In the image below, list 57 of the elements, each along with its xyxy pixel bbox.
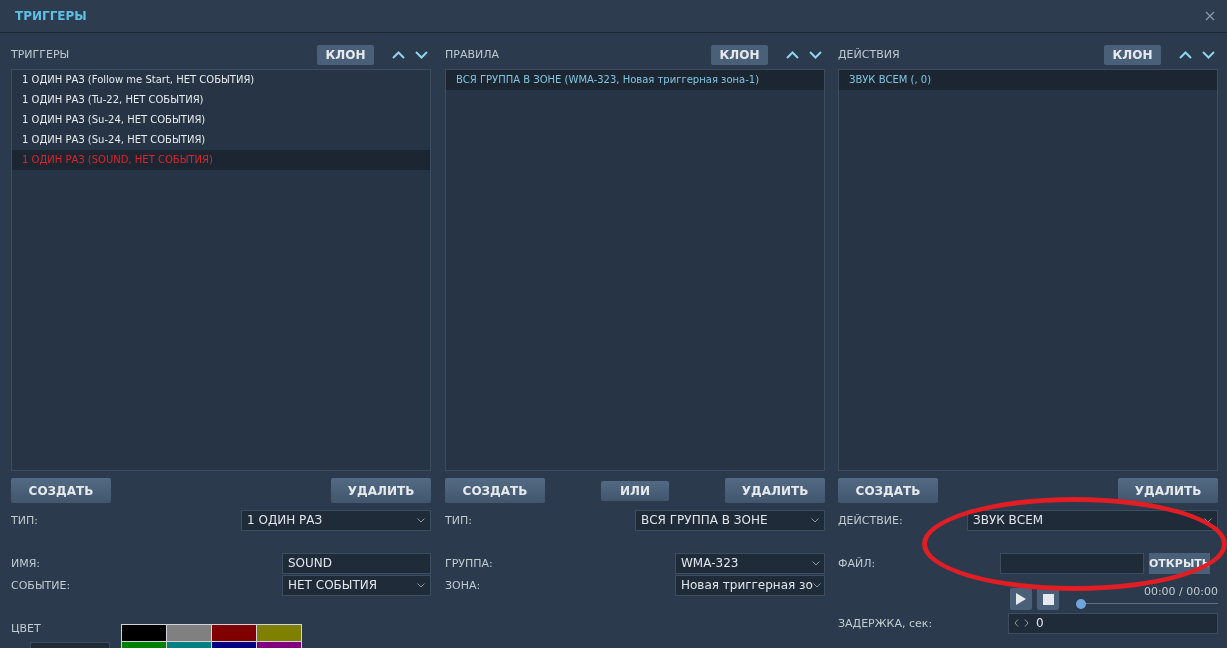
field-label: ГРУППА: bbox=[445, 556, 493, 570]
create-button[interactable]: СОЗДАТЬ bbox=[445, 478, 545, 503]
dropdown[interactable]: WMA-323 bbox=[675, 552, 825, 574]
close-icon[interactable] bbox=[1205, 11, 1215, 21]
field-label: ИМЯ: bbox=[11, 556, 41, 570]
list-item[interactable]: 1 ОДИН РАЗ (Su-24, НЕТ СОБЫТИЯ) bbox=[12, 110, 430, 130]
panel-title: ДЕЙСТВИЯ bbox=[838, 48, 901, 61]
clone-button[interactable]: КЛОН bbox=[317, 44, 374, 65]
spinner-arrows-icon[interactable] bbox=[1014, 619, 1030, 627]
field-label: ТИП: bbox=[445, 513, 472, 527]
list-item[interactable]: 1 ОДИН РАЗ (Su-24, НЕТ СОБЫТИЯ) bbox=[12, 130, 430, 150]
delete-button[interactable]: УДАЛИТЬ bbox=[1118, 478, 1218, 503]
stop-icon[interactable] bbox=[1042, 593, 1054, 605]
chevron-down-icon[interactable] bbox=[1204, 517, 1212, 523]
number-field[interactable]: 0 bbox=[1008, 612, 1218, 634]
panel-title: ПРАВИЛА bbox=[445, 48, 500, 61]
delete-button[interactable]: УДАЛИТЬ bbox=[725, 478, 825, 503]
chevron-down-icon[interactable] bbox=[812, 582, 821, 588]
field-label: ТИП: bbox=[11, 513, 38, 527]
chevron-down-icon[interactable] bbox=[417, 517, 425, 523]
window-title: ТРИГГЕРЫ bbox=[15, 9, 87, 23]
chevron-down-icon[interactable] bbox=[812, 560, 820, 566]
dropdown[interactable]: ВСЯ ГРУППА В ЗОНЕ bbox=[635, 509, 825, 531]
dropdown[interactable]: Новая триггерная зо bbox=[675, 574, 825, 596]
field-label: ДЕЙСТВИЕ: bbox=[838, 513, 903, 527]
create-button[interactable]: СОЗДАТЬ bbox=[11, 478, 111, 503]
clone-button[interactable]: КЛОН bbox=[1104, 44, 1161, 65]
field-label: ФАЙЛ: bbox=[838, 556, 876, 570]
color-swatch[interactable] bbox=[122, 625, 166, 641]
stop-button[interactable] bbox=[1037, 588, 1059, 610]
dropdown[interactable]: 1 ОДИН РАЗ bbox=[241, 509, 431, 531]
clone-button[interactable]: КЛОН bbox=[711, 44, 768, 65]
chevron-down-icon[interactable] bbox=[811, 517, 819, 523]
list-item[interactable]: 1 ОДИН РАЗ (Follow me Start, НЕТ СОБЫТИЯ) bbox=[12, 70, 430, 90]
field-label: ЦВЕТ bbox=[11, 622, 42, 635]
list-item[interactable]: ЗВУК ВСЕМ (, 0) bbox=[839, 70, 1217, 90]
text-field[interactable]: SOUND bbox=[282, 552, 431, 574]
play-icon[interactable] bbox=[1016, 593, 1026, 605]
panel-title: ТРИГГЕРЫ bbox=[11, 48, 71, 61]
field-label: ЗОНА: bbox=[445, 578, 481, 592]
dropdown[interactable]: НЕТ СОБЫТИЯ bbox=[282, 574, 431, 596]
chevron-down-icon[interactable] bbox=[417, 582, 425, 588]
or-button[interactable]: ИЛИ bbox=[601, 480, 669, 501]
create-button[interactable]: СОЗДАТЬ bbox=[838, 478, 938, 503]
list-item[interactable]: 1 ОДИН РАЗ (Tu-22, НЕТ СОБЫТИЯ) bbox=[12, 90, 430, 110]
field-label: ЗАДЕРЖКА, сек: bbox=[838, 616, 933, 630]
color-swatch[interactable] bbox=[257, 625, 301, 641]
slider-thumb[interactable] bbox=[1076, 599, 1086, 609]
time-readout: 00:00 / 00:00 bbox=[1143, 585, 1218, 598]
color-swatch[interactable] bbox=[212, 625, 256, 641]
delete-button[interactable]: УДАЛИТЬ bbox=[331, 478, 431, 503]
field-label: СОБЫТИЕ: bbox=[11, 578, 71, 592]
dropdown[interactable]: ЗВУК ВСЕМ bbox=[967, 509, 1218, 531]
play-button[interactable] bbox=[1010, 588, 1032, 610]
file-field[interactable] bbox=[1000, 552, 1144, 574]
color-swatch[interactable] bbox=[167, 625, 211, 641]
list-item[interactable]: ВСЯ ГРУППА В ЗОНЕ (WMA-323, Новая триггерная зона-1) bbox=[446, 70, 824, 90]
